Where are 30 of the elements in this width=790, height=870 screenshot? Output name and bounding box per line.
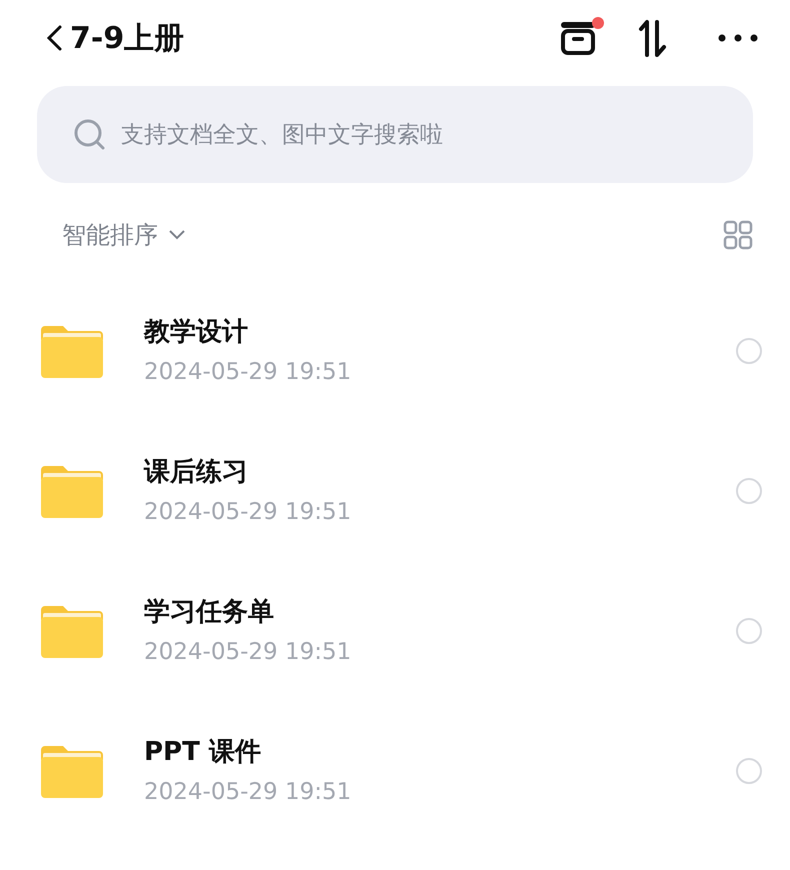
sort-dropdown[interactable]: 智能排序 [62, 217, 186, 253]
select-radio[interactable] [736, 618, 762, 644]
folder-icon [41, 604, 103, 658]
folder-date: 2024-05-29 19:51 [144, 358, 352, 387]
folder-row[interactable]: 学习任务单 2024-05-29 19:51 [0, 561, 790, 701]
folder-row[interactable]: PPT 课件 2024-05-29 19:51 [0, 701, 790, 841]
grid-view-button[interactable] [722, 219, 754, 251]
search-field[interactable]: 支持文档全文、图中文字搜索啦 [37, 86, 753, 183]
folder-icon [41, 744, 103, 798]
back-icon [44, 23, 64, 53]
select-radio[interactable] [736, 338, 762, 364]
back-button[interactable] [44, 23, 64, 53]
inbox-icon [558, 19, 598, 57]
page-title: 7-9上册 [70, 20, 184, 58]
more-icon [718, 34, 758, 42]
folder-date: 2024-05-29 19:51 [144, 498, 352, 527]
folder-name: 教学设计 [144, 316, 249, 349]
folder-name: PPT 课件 [144, 736, 262, 769]
folder-date: 2024-05-29 19:51 [144, 778, 352, 807]
folder-name: 课后练习 [144, 456, 249, 489]
chevron-down-icon [168, 229, 186, 241]
folder-row[interactable]: 教学设计 2024-05-29 19:51 [0, 281, 790, 421]
folder-icon [41, 324, 103, 378]
folder-row[interactable]: 课后练习 2024-05-29 19:51 [0, 421, 790, 561]
folder-icon [41, 464, 103, 518]
folder-name: 学习任务单 [144, 596, 275, 629]
select-radio[interactable] [736, 758, 762, 784]
folder-date: 2024-05-29 19:51 [144, 638, 352, 667]
select-radio[interactable] [736, 478, 762, 504]
grid-icon [723, 220, 753, 250]
